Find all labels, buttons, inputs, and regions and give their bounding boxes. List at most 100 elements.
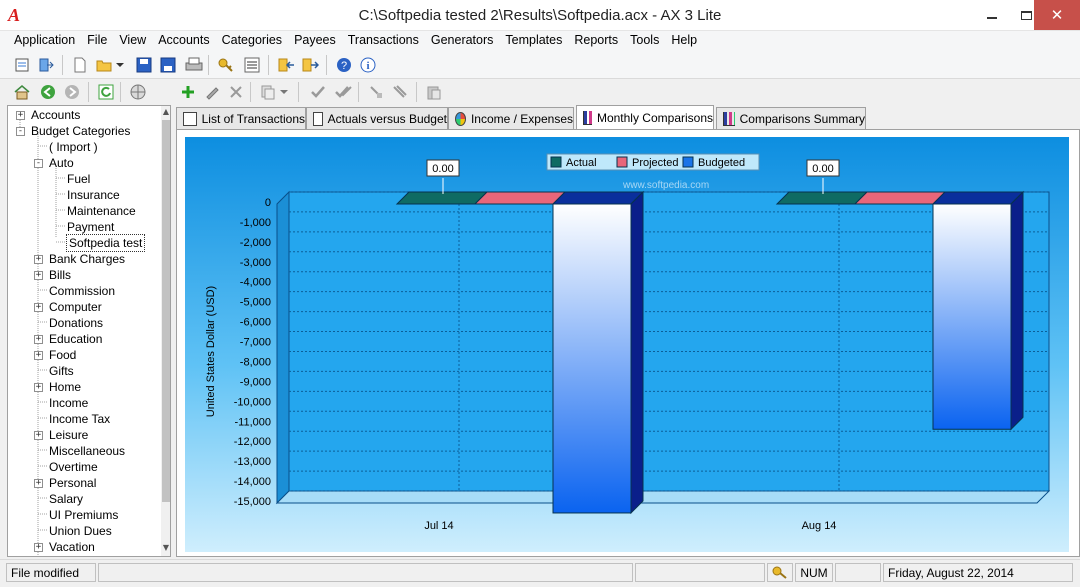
tree-item[interactable]: + Bills [8, 267, 158, 283]
close-button[interactable]: ✕ [1034, 0, 1080, 30]
save-as-icon[interactable] [158, 55, 178, 75]
home-icon[interactable] [12, 82, 32, 102]
export-icon[interactable] [300, 55, 320, 75]
tree-item[interactable]: Fuel [8, 171, 158, 187]
bar-side-face [1010, 190, 1024, 431]
clear-icon[interactable] [366, 82, 386, 102]
tree-item-label: Home [49, 380, 82, 394]
info-icon[interactable]: i [358, 55, 378, 75]
scroll-down-icon[interactable]: ▼ [161, 543, 170, 555]
menu-file[interactable]: File [81, 31, 113, 51]
tree-item[interactable]: + Personal [8, 475, 158, 491]
tree-item[interactable]: - Budget Categories [8, 123, 158, 139]
help-icon[interactable]: ? [334, 55, 354, 75]
tree-item[interactable]: + Food [8, 347, 158, 363]
menu-reports[interactable]: Reports [568, 31, 624, 51]
menu-help[interactable]: Help [665, 31, 703, 51]
tree-item[interactable]: Income [8, 395, 158, 411]
menu-transactions[interactable]: Transactions [342, 31, 425, 51]
expand-icon[interactable]: + [34, 383, 43, 392]
tree-item[interactable]: Insurance [8, 187, 158, 203]
tree-item[interactable]: Softpedia test [8, 234, 158, 252]
new-file-icon[interactable] [70, 55, 90, 75]
check-all-icon[interactable] [334, 82, 354, 102]
key-icon[interactable] [216, 55, 236, 75]
y-tick-label: -10,000 [234, 396, 271, 408]
exit-icon[interactable] [36, 55, 56, 75]
clear-all-icon[interactable] [390, 82, 410, 102]
tab-comparisons-summary[interactable]: Comparisons Summary [716, 107, 866, 129]
add-icon[interactable] [178, 82, 198, 102]
tree-item[interactable]: Donations [8, 315, 158, 331]
tree-item[interactable]: Union Dues [8, 523, 158, 539]
save-icon[interactable] [134, 55, 154, 75]
import-icon[interactable] [276, 55, 296, 75]
copy-icon[interactable] [258, 82, 278, 102]
tree-item[interactable]: + Accounts [8, 107, 158, 123]
scrollbar-thumb[interactable] [162, 120, 170, 502]
expand-icon[interactable]: + [34, 351, 43, 360]
globe-icon[interactable] [128, 82, 148, 102]
menu-application[interactable]: Application [8, 31, 81, 51]
tree-item[interactable]: ( Import ) [8, 139, 158, 155]
expand-icon[interactable]: + [34, 479, 43, 488]
tree-item[interactable]: Maintenance [8, 203, 158, 219]
collapse-icon[interactable]: - [34, 159, 43, 168]
expand-icon[interactable]: + [34, 431, 43, 440]
expand-icon[interactable]: + [34, 335, 43, 344]
expand-icon[interactable]: + [34, 255, 43, 264]
delete-icon[interactable] [226, 82, 246, 102]
dropdown-arrow-icon[interactable] [278, 82, 290, 102]
y-tick-label: -2,000 [240, 237, 271, 249]
menu-accounts[interactable]: Accounts [152, 31, 215, 51]
tree-item[interactable]: + Vacation [8, 539, 158, 555]
menu-view[interactable]: View [113, 31, 152, 51]
properties-icon[interactable] [12, 55, 32, 75]
tree-item[interactable]: Salary [8, 491, 158, 507]
edit-icon[interactable] [202, 82, 222, 102]
check-icon[interactable] [308, 82, 328, 102]
tree-item[interactable]: Payment [8, 219, 158, 235]
tree-item[interactable]: + Education [8, 331, 158, 347]
expand-icon[interactable]: + [34, 303, 43, 312]
status-date: Friday, August 22, 2014 [883, 563, 1073, 582]
back-icon[interactable] [38, 82, 58, 102]
scroll-up-icon[interactable]: ▲ [161, 107, 170, 119]
menu-generators[interactable]: Generators [425, 31, 500, 51]
legend-label: Budgeted [698, 157, 745, 169]
expand-icon[interactable]: + [34, 271, 43, 280]
tree-item[interactable]: UI Premiums [8, 507, 158, 523]
tree-item[interactable]: + Leisure [8, 427, 158, 443]
tab-income-expenses[interactable]: Income / Expenses [448, 107, 574, 129]
tab-actuals-versus-budget[interactable]: Actuals versus Budget [306, 107, 448, 129]
tree-item[interactable]: + Computer [8, 299, 158, 315]
dropdown-arrow-icon[interactable] [114, 55, 126, 75]
forward-icon[interactable] [62, 82, 82, 102]
bar-budgeted [932, 203, 1012, 430]
y-tick-label: -9,000 [240, 376, 271, 388]
tree-item[interactable]: Overtime [8, 459, 158, 475]
tab-list-of-transactions[interactable]: List of Transactions [176, 107, 306, 129]
expand-icon[interactable]: + [16, 111, 25, 120]
menu-categories[interactable]: Categories [216, 31, 288, 51]
menu-payees[interactable]: Payees [288, 31, 342, 51]
tree-scrollbar[interactable]: ▲ ▼ [161, 106, 170, 556]
menu-templates[interactable]: Templates [499, 31, 568, 51]
menu-tools[interactable]: Tools [624, 31, 665, 51]
print-icon[interactable] [184, 55, 204, 75]
paste-icon[interactable] [424, 82, 444, 102]
tree-item[interactable]: Income Tax [8, 411, 158, 427]
collapse-icon[interactable]: - [16, 127, 25, 136]
tree-item[interactable]: + Home [8, 379, 158, 395]
list-icon[interactable] [242, 55, 262, 75]
tab-monthly-comparisons[interactable]: Monthly Comparisons [576, 105, 714, 129]
tree-item[interactable]: Commission [8, 283, 158, 299]
tree-item[interactable]: + Bank Charges [8, 251, 158, 267]
expand-icon[interactable]: + [34, 543, 43, 552]
tree-item-label: Vacation [49, 540, 95, 554]
tree-item[interactable]: - Auto [8, 155, 158, 171]
tree-item[interactable]: Gifts [8, 363, 158, 379]
open-folder-icon[interactable] [94, 55, 114, 75]
refresh-icon[interactable] [96, 82, 116, 102]
tree-item[interactable]: Miscellaneous [8, 443, 158, 459]
